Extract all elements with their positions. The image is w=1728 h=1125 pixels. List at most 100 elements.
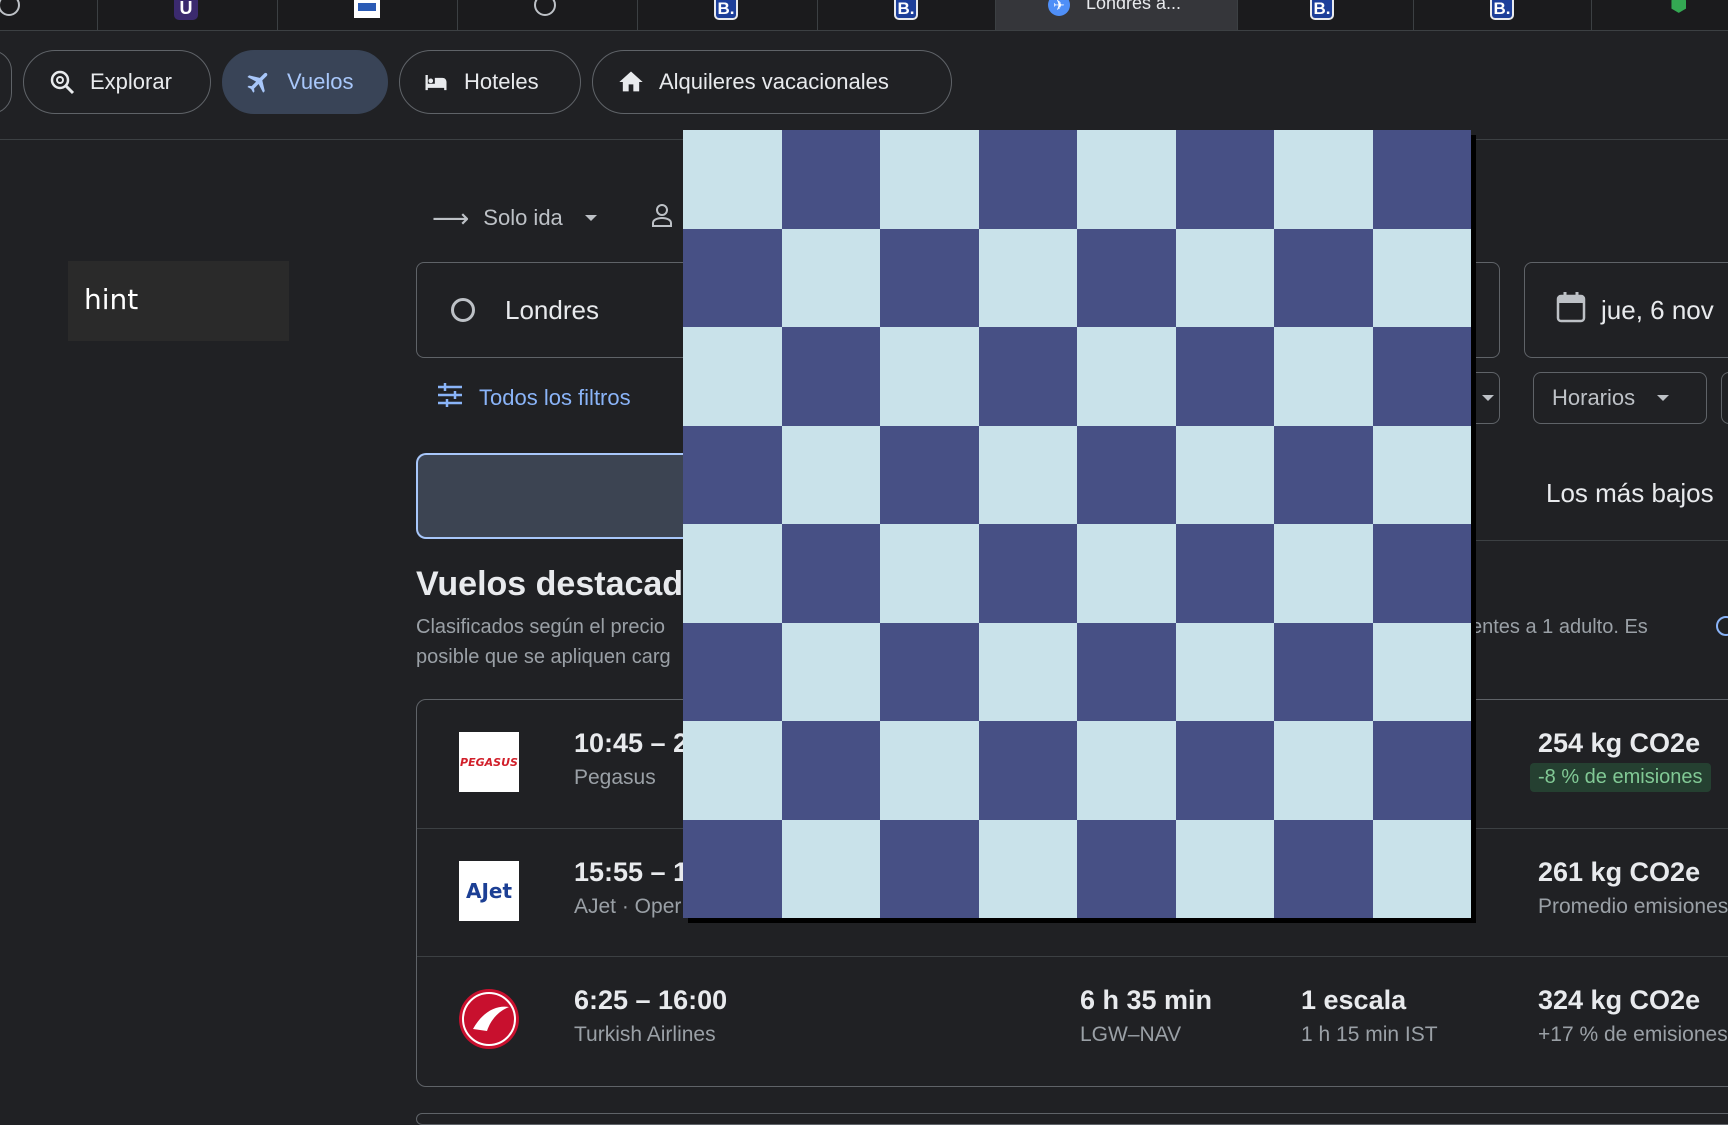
nav-chip-explorar[interactable]: Explorar xyxy=(23,50,211,114)
booking-icon: B. xyxy=(1490,0,1514,20)
checker-square xyxy=(1274,228,1373,327)
checker-square xyxy=(1274,622,1373,721)
checker-square xyxy=(1175,622,1274,721)
flight-times: 10:45 – 2 xyxy=(574,728,689,758)
checker-square xyxy=(683,721,782,820)
browser-tab[interactable]: B. xyxy=(1238,0,1414,30)
trip-type-select[interactable]: ⟶ Solo ida xyxy=(432,200,597,236)
date-value: jue, 6 nov xyxy=(1601,294,1714,325)
checker-square xyxy=(781,228,880,327)
checker-square xyxy=(1175,425,1274,524)
browser-tab[interactable] xyxy=(458,0,638,30)
nav-label: Explorar xyxy=(90,69,172,94)
tune-icon xyxy=(437,383,463,413)
emissions-value: 324 kg CO2e xyxy=(1538,985,1701,1015)
passengers-select[interactable] xyxy=(650,200,674,236)
flight-times: 15:55 – 1 xyxy=(574,857,689,887)
browser-tab-active[interactable]: ✈ Londres a... xyxy=(996,0,1238,30)
browser-tab[interactable]: ⬢ xyxy=(1592,0,1728,30)
checker-square xyxy=(1077,228,1176,327)
checkerboard-overlay xyxy=(683,130,1471,918)
all-filters-button[interactable]: Todos los filtros xyxy=(437,378,631,418)
checker-square xyxy=(781,327,880,426)
house-icon xyxy=(617,68,645,96)
chatgpt-icon xyxy=(534,0,556,16)
sort-lowest-tab[interactable]: Los más bajos xyxy=(1546,478,1714,509)
checker-square xyxy=(880,425,979,524)
checker-square xyxy=(1274,327,1373,426)
person-icon xyxy=(650,202,674,234)
checker-square xyxy=(1274,721,1373,820)
nav-chip-vuelos[interactable]: Vuelos xyxy=(222,50,388,114)
emissions-badge: -8 % de emisiones xyxy=(1530,763,1711,792)
filter-chip-horarios[interactable]: Horarios xyxy=(1533,372,1707,424)
checker-square xyxy=(683,524,782,623)
checker-square xyxy=(1274,819,1373,918)
checker-square xyxy=(683,622,782,721)
checker-square xyxy=(880,228,979,327)
checker-square xyxy=(978,425,1077,524)
sort-best-tab[interactable] xyxy=(416,453,716,539)
checker-square xyxy=(1175,228,1274,327)
checker-square xyxy=(978,819,1077,918)
checker-square xyxy=(1077,622,1176,721)
all-filters-label: Todos los filtros xyxy=(479,385,631,410)
booking-icon: B. xyxy=(714,0,738,20)
checker-square xyxy=(1372,327,1471,426)
checker-square xyxy=(1077,130,1176,229)
checker-square xyxy=(1372,622,1471,721)
checker-square xyxy=(978,721,1077,820)
nav-chip-hoteles[interactable]: Hoteles xyxy=(399,50,581,114)
turkish-airlines-logo xyxy=(459,989,519,1049)
browser-tab[interactable] xyxy=(278,0,458,30)
checker-square xyxy=(683,819,782,918)
chevron-down-icon xyxy=(1657,395,1670,401)
bed-icon xyxy=(422,68,450,96)
checker-square xyxy=(1077,819,1176,918)
info-icon[interactable] xyxy=(1716,616,1728,636)
browser-tab[interactable] xyxy=(0,0,98,30)
nav-label: Alquileres vacacionales xyxy=(659,69,889,94)
booking-icon: B. xyxy=(894,0,918,20)
checker-square xyxy=(781,721,880,820)
emissions-value: 261 kg CO2e xyxy=(1538,857,1701,887)
arrow-right-icon: ⟶ xyxy=(432,202,470,233)
google-flights-icon: ✈ xyxy=(1048,0,1070,16)
date-field[interactable]: jue, 6 nov xyxy=(1524,262,1728,358)
checker-square xyxy=(781,130,880,229)
nav-chip-previous[interactable] xyxy=(0,50,12,114)
checker-square xyxy=(1372,228,1471,327)
checker-square xyxy=(1372,819,1471,918)
browser-tab[interactable]: B. xyxy=(1414,0,1592,30)
results-description: Clasificados según el precio xyxy=(416,616,666,638)
origin-value: Londres xyxy=(505,294,599,325)
browser-tab[interactable]: B. xyxy=(638,0,818,30)
flight-duration: 6 h 35 min xyxy=(1080,985,1213,1015)
chevron-down-icon xyxy=(1482,395,1494,401)
checker-square xyxy=(781,622,880,721)
checker-square xyxy=(781,819,880,918)
checker-square xyxy=(1175,327,1274,426)
checker-square xyxy=(683,425,782,524)
emissions-note: +17 % de emisiones xyxy=(1538,1023,1728,1046)
hint-box: hint xyxy=(68,261,289,341)
filter-chip-next[interactable] xyxy=(1721,372,1728,424)
checker-square xyxy=(880,524,979,623)
checker-square xyxy=(880,721,979,820)
checker-square xyxy=(1175,130,1274,229)
sort-divider xyxy=(1475,540,1728,541)
browser-tab[interactable]: B. xyxy=(818,0,996,30)
flight-stops: 1 escala xyxy=(1301,985,1407,1015)
airline-name: AJet · Oper xyxy=(574,895,682,918)
browser-tab[interactable]: U xyxy=(98,0,278,30)
checker-square xyxy=(1175,524,1274,623)
flight-row[interactable]: 6:25 – 16:00 Turkish Airlines 6 h 35 min… xyxy=(417,956,1728,1085)
nav-label: Vuelos xyxy=(287,69,354,94)
emissions-note: Promedio emisiones xyxy=(1538,895,1728,918)
u-app-icon: U xyxy=(174,0,198,20)
nav-chip-alquileres[interactable]: Alquileres vacacionales xyxy=(592,50,952,114)
airplane-icon xyxy=(245,68,273,96)
browser-tab-strip: U B. B. ✈ Londres a... B. B. ⬢ xyxy=(0,0,1728,31)
next-flight-card xyxy=(416,1113,1728,1125)
results-description: entes a 1 adulto. Es xyxy=(1471,616,1648,638)
